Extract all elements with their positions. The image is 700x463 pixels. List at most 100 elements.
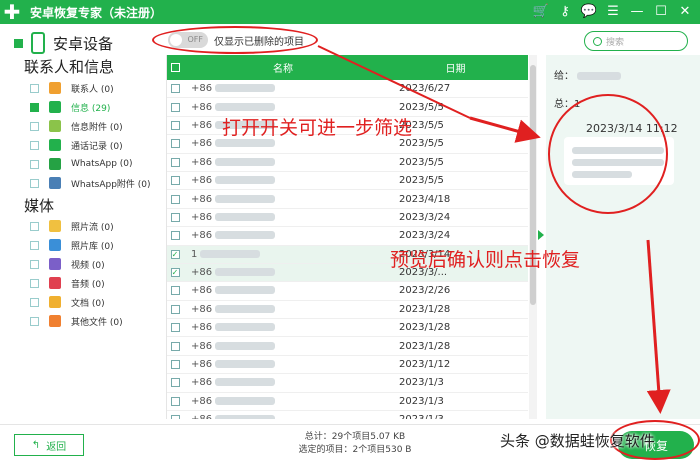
row-checkbox[interactable]	[170, 378, 180, 388]
sidebar-item-checkbox[interactable]	[30, 221, 39, 231]
sidebar-item[interactable]: 信息 (29)	[30, 99, 110, 115]
column-date[interactable]: 日期	[383, 60, 528, 75]
table-row[interactable]: +86 2023/3/24	[167, 209, 528, 228]
sidebar-item[interactable]: 照片流 (0)	[30, 218, 114, 234]
title-bar: ✚ 安卓恢复专家（未注册） 🛒 ⚷ 💬 ☰ — ☐ ✕	[0, 0, 700, 24]
row-checkbox[interactable]	[170, 120, 180, 130]
sidebar-item[interactable]: 照片库 (0)	[30, 237, 114, 253]
row-checkbox[interactable]	[170, 84, 180, 94]
row-checkbox[interactable]	[170, 139, 180, 149]
sidebar-item[interactable]: 音频 (0)	[30, 275, 105, 291]
row-name: +86	[183, 102, 383, 113]
table-row[interactable]: +86 2023/2/26	[167, 282, 528, 301]
row-checkbox[interactable]	[170, 341, 180, 351]
row-name-prefix: +86	[191, 303, 213, 315]
row-name-prefix: +86	[191, 175, 213, 187]
table-row[interactable]: +86 2023/1/12	[167, 356, 528, 375]
row-checkbox[interactable]	[170, 212, 180, 222]
annotation-recover-tip: 预览后确认则点击恢复	[390, 249, 581, 271]
sidebar-item-checkbox[interactable]	[30, 316, 39, 326]
annotation-toggle-tip: 打开开关可进一步筛选	[222, 117, 413, 139]
row-checkbox[interactable]	[170, 415, 180, 419]
table-row[interactable]: +86 2023/1/28	[167, 301, 528, 320]
blurred-phone	[215, 286, 276, 295]
blurred-phone	[215, 231, 276, 240]
sidebar-item-checkbox[interactable]	[30, 178, 39, 188]
column-name[interactable]: 名称	[183, 60, 383, 75]
back-label: 返回	[46, 441, 67, 453]
search-input[interactable]: 搜索	[584, 31, 688, 51]
row-checkbox[interactable]	[170, 323, 180, 333]
sidebar-item[interactable]: 文档 (0)	[30, 294, 105, 310]
row-name: +86	[183, 285, 383, 296]
sidebar-item[interactable]: 视频 (0)	[30, 256, 105, 272]
sidebar-item-checkbox[interactable]	[30, 278, 39, 288]
sidebar-item-label: 文档 (0)	[71, 298, 105, 309]
sidebar-item[interactable]: 通话记录 (0)	[30, 137, 123, 153]
row-checkbox[interactable]	[170, 231, 180, 241]
row-date: 2023/1/3	[383, 414, 528, 419]
whatsapp-attachment-icon	[49, 177, 61, 189]
sidebar: 安卓设备 联系人和信息 联系人 (0) 信息 (29) 信息附件 (0) 通话记录 (…	[0, 24, 160, 424]
expand-arrow-icon[interactable]	[538, 230, 544, 240]
device-checkbox[interactable]	[14, 38, 23, 48]
table-row[interactable]: +86 2023/3/24	[167, 227, 528, 246]
table-row[interactable]: +86 2023/5/5	[167, 172, 528, 191]
sidebar-item-checkbox[interactable]	[30, 259, 39, 269]
row-checkbox[interactable]: ✓	[170, 249, 180, 259]
menu-icon[interactable]: ☰	[604, 2, 622, 20]
row-name-prefix: +86	[191, 340, 213, 352]
row-name: +86	[183, 230, 383, 241]
row-checkbox[interactable]	[170, 286, 180, 296]
sidebar-item[interactable]: WhatsApp附件 (0)	[30, 175, 151, 191]
device-label: 安卓设备	[53, 34, 114, 53]
device-row[interactable]: 安卓设备	[14, 32, 113, 54]
table-row[interactable]: +86 2023/5/5	[167, 154, 528, 172]
row-date: 2023/5/5	[399, 175, 444, 187]
sidebar-item-checkbox[interactable]	[30, 297, 39, 307]
maximize-icon[interactable]: ☐	[652, 2, 670, 20]
row-checkbox[interactable]: ✓	[170, 268, 180, 278]
sidebar-item-label: 视频 (0)	[71, 260, 105, 271]
blurred-phone	[215, 157, 276, 166]
sidebar-item-checkbox[interactable]	[30, 140, 39, 150]
row-checkbox[interactable]	[170, 396, 180, 406]
sidebar-item[interactable]: 其他文件 (0)	[30, 313, 123, 329]
table-row[interactable]: +86 2023/6/27	[167, 80, 528, 99]
sidebar-item[interactable]: 信息附件 (0)	[30, 118, 123, 134]
row-name-prefix: +86	[191, 395, 213, 407]
row-checkbox[interactable]	[170, 304, 180, 314]
sidebar-item-checkbox[interactable]	[30, 121, 39, 131]
table-row[interactable]: +86 2023/1/28	[167, 319, 528, 338]
table-row[interactable]: +86 2023/1/3	[167, 374, 528, 393]
sidebar-item[interactable]: WhatsApp (0)	[30, 156, 133, 172]
table-row[interactable]: +86 2023/1/3	[167, 411, 528, 419]
window-tools: 🛒 ⚷ 💬 ☰ — ☐ ✕	[532, 2, 694, 20]
chat-icon[interactable]: 💬	[580, 2, 598, 20]
table-row[interactable]: +86 2023/4/18	[167, 190, 528, 209]
minimize-icon[interactable]: —	[628, 2, 646, 20]
blurred-phone	[215, 84, 276, 93]
row-date: 2023/1/3	[399, 377, 444, 389]
back-button[interactable]: ↰ 返回	[14, 434, 84, 456]
row-checkbox[interactable]	[170, 102, 180, 112]
sidebar-item-checkbox[interactable]	[30, 83, 39, 93]
select-all-checkbox[interactable]	[170, 63, 180, 72]
blurred-recipient	[577, 72, 621, 80]
table-scrollbar[interactable]	[529, 55, 537, 419]
row-checkbox[interactable]	[170, 194, 180, 204]
blurred-phone	[215, 396, 276, 405]
row-name-prefix: 1	[191, 248, 198, 260]
sidebar-item-checkbox[interactable]	[30, 102, 39, 112]
row-checkbox[interactable]	[170, 157, 180, 167]
sidebar-item-checkbox[interactable]	[30, 240, 39, 250]
table-row[interactable]: +86 2023/1/3	[167, 393, 528, 412]
row-checkbox[interactable]	[170, 176, 180, 186]
close-icon[interactable]: ✕	[676, 2, 694, 20]
row-checkbox[interactable]	[170, 360, 180, 370]
sidebar-item[interactable]: 联系人 (0)	[30, 80, 114, 96]
key-icon[interactable]: ⚷	[556, 2, 574, 20]
table-row[interactable]: +86 2023/1/28	[167, 337, 528, 356]
cart-icon[interactable]: 🛒	[532, 2, 550, 20]
sidebar-item-checkbox[interactable]	[30, 159, 39, 169]
